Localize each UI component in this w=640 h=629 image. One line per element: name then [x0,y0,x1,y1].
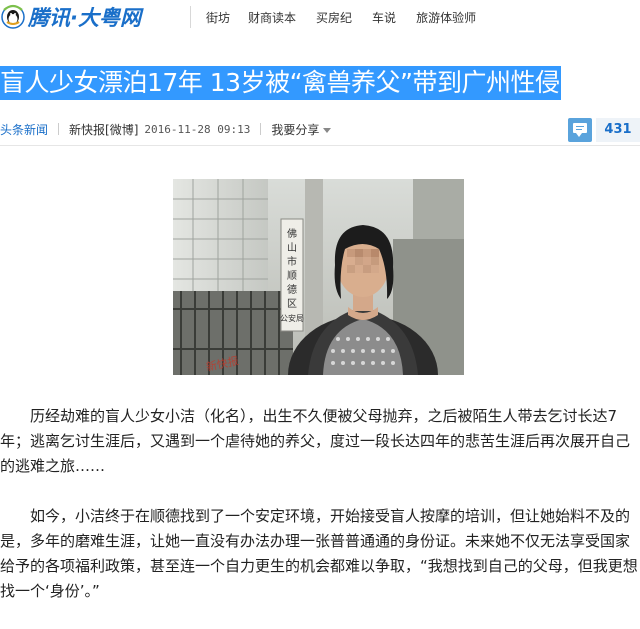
tencent-qq-icon [0,4,26,30]
svg-text:德: 德 [287,283,297,296]
article-body: 历经劫难的盲人少女小洁（化名），出生不久便被父母抛弃，之后被陌生人带去乞讨长达7… [0,404,640,604]
meta-separator [260,123,262,135]
site-logo[interactable]: 腾讯·大粤网 [0,2,141,32]
publisher-link[interactable]: 新快报 [69,121,105,138]
comment-widget[interactable]: 431 [568,117,640,143]
source-tag-link[interactable]: 头条新闻 [0,121,48,138]
article-paragraph: 历经劫难的盲人少女小洁（化名），出生不久便被父母抛弃，之后被陌生人带去乞讨长达7… [0,407,631,475]
nav-item-jiefang[interactable]: 街坊 [206,9,230,26]
article-photo: 佛 山 市 顺 德 区 公安局 新快报 [173,179,464,375]
meta-separator [58,123,60,135]
svg-text:顺: 顺 [287,270,297,282]
publish-time: 2016-11-28 09:13 [144,122,251,136]
nav-item-lvyou[interactable]: 旅游体验师 [416,9,476,26]
nav-item-maifangji[interactable]: 买房纪 [316,9,352,26]
channel-nav: 街坊 财商读本 买房纪 车说 旅游体验师 [206,9,496,26]
weibo-link[interactable]: [微博] [105,121,138,138]
chevron-down-icon [323,127,332,133]
site-header: 腾讯·大粤网 街坊 财商读本 买房纪 车说 旅游体验师 [0,0,640,36]
meta-divider [0,145,640,146]
comment-count[interactable]: 431 [596,118,640,142]
svg-text:山: 山 [287,242,297,254]
site-logo-text: 腾讯·大粤网 [28,6,141,30]
article-headline: 盲人少女漂泊17年 13岁被“禽兽养父”带到广州性侵 [0,66,562,100]
article-paragraph: 如今，小洁终于在顺德找到了一个安定环境，开始接受盲人按摩的培训，但让她始料不及的… [0,507,638,600]
headline-container: 盲人少女漂泊17年 13岁被“禽兽养父”带到广州性侵 [0,66,640,102]
article-meta: 头条新闻 新快报 [微博] 2016-11-28 09:13 我要分享 [0,120,332,138]
comment-icon[interactable] [568,118,592,142]
header-divider [190,6,191,28]
svg-text:佛: 佛 [287,227,297,240]
svg-text:公安局: 公安局 [280,313,304,323]
svg-text:区: 区 [287,298,297,310]
share-label: 我要分享 [271,122,320,137]
nav-item-caishang[interactable]: 财商读本 [248,9,296,26]
nav-item-cheshuo[interactable]: 车说 [372,9,396,26]
share-dropdown[interactable]: 我要分享 [271,121,332,138]
svg-text:市: 市 [287,255,297,268]
